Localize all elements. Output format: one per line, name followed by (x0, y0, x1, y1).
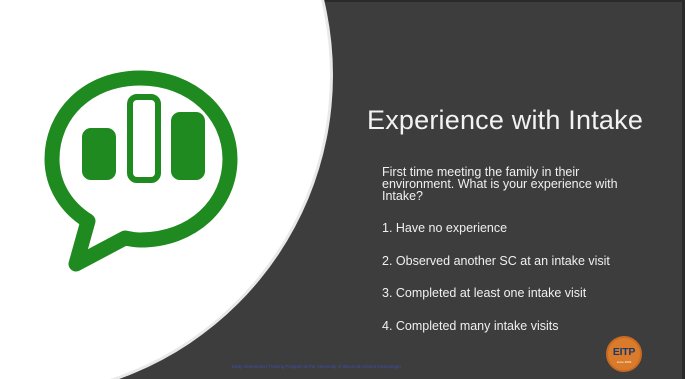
slide-title: Experience with Intake (367, 105, 644, 135)
answer-option: 3. Completed at least one intake visit (382, 286, 587, 301)
question-text: First time meeting the family in their e… (382, 165, 618, 203)
footer-credit: Early Intervention Training Program at t… (232, 364, 401, 369)
eitp-logo: EITP since 2003 (606, 336, 642, 372)
poll-bar-right (171, 112, 205, 180)
logo-text: EITP (612, 346, 636, 358)
answer-option: 1. Have no experience (382, 221, 508, 235)
poll-chat-bubble-icon (44, 70, 238, 272)
poll-bar-middle (127, 94, 161, 183)
answer-option: 2. Observed another SC at an intake visi… (382, 253, 610, 268)
answer-option: 4. Completed many intake visits (382, 318, 559, 333)
logo-subtext: since 2003 (616, 360, 632, 364)
slide: Experience with Intake First time meetin… (0, 0, 685, 379)
answer-options-list: 1. Have no experience 2. Observed anothe… (382, 221, 610, 351)
poll-bar-left (82, 128, 116, 180)
